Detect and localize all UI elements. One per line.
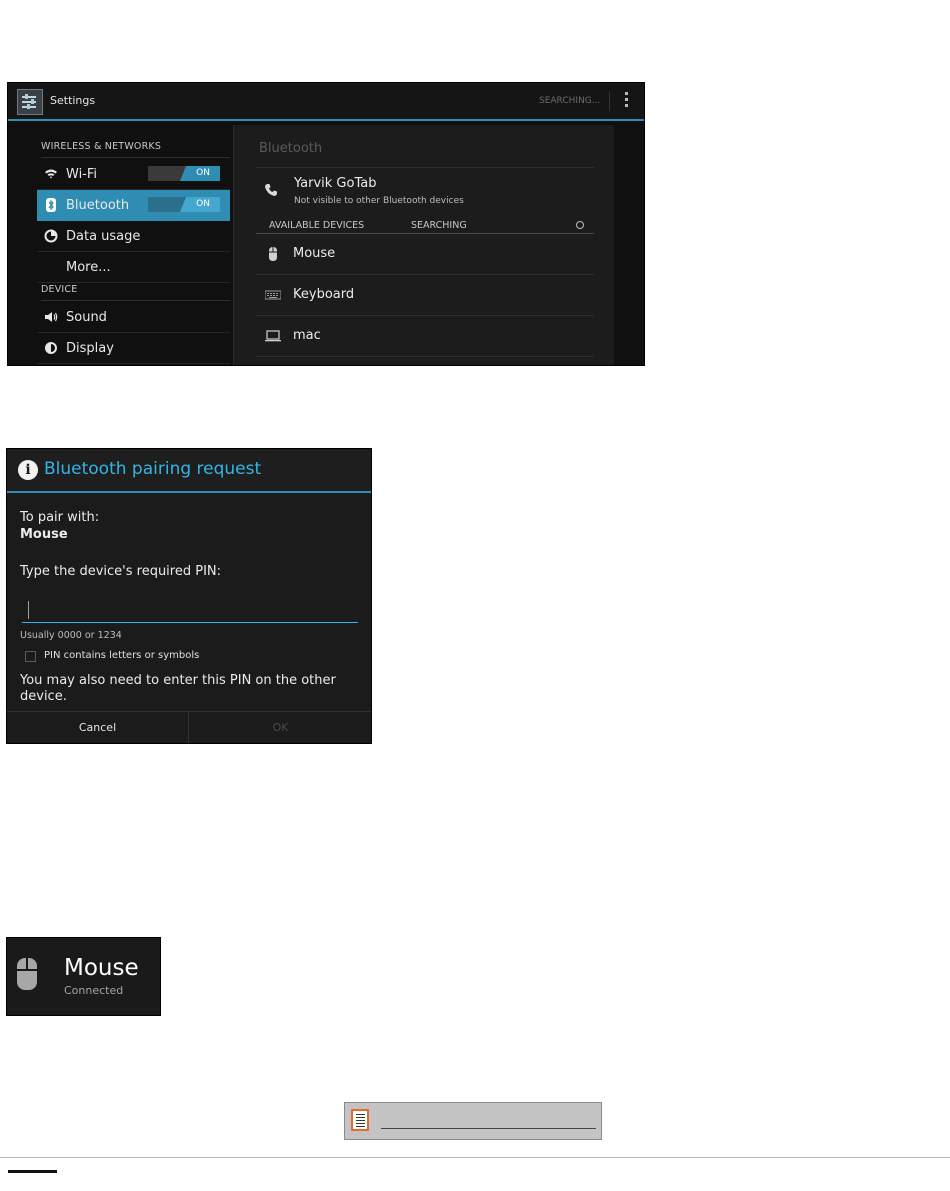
section-header-wireless: WIRELESS & NETWORKS: [41, 141, 230, 158]
nav-item-wifi[interactable]: Wi-Fi ON: [37, 159, 230, 190]
connected-device-name: Mouse: [64, 955, 139, 981]
settings-nav: WIRELESS & NETWORKS Wi-Fi ON Bluetooth O…: [8, 121, 233, 365]
pair-device-name: Mouse: [20, 527, 68, 542]
data-usage-icon: [44, 229, 58, 243]
speaker-icon: [45, 312, 58, 322]
pin-input[interactable]: [22, 595, 358, 623]
detail-title: Bluetooth: [259, 141, 323, 156]
dialog-title: Bluetooth pairing request: [44, 459, 262, 479]
action-divider: [609, 91, 610, 111]
nav-label-bluetooth: Bluetooth: [66, 198, 130, 213]
footer-toolbar: [344, 1102, 602, 1140]
nav-label-more: More...: [66, 260, 111, 275]
spinner-icon: [576, 221, 584, 229]
dialog-button-bar: Cancel OK: [7, 711, 371, 743]
dialog-header: i Bluetooth pairing request: [7, 449, 371, 493]
cancel-button[interactable]: Cancel: [7, 712, 189, 743]
bluetooth-detail-pane: Bluetooth Yarvik GoTab Not visible to ot…: [233, 125, 614, 365]
nav-label-sound: Sound: [66, 310, 107, 325]
nav-item-bluetooth[interactable]: Bluetooth ON: [37, 190, 230, 221]
text-cursor: [28, 601, 29, 619]
available-devices-header: AVAILABLE DEVICES: [269, 220, 365, 231]
pairing-dialog: i Bluetooth pairing request To pair with…: [6, 448, 372, 744]
pin-note: You may also need to enter this PIN on t…: [20, 673, 336, 704]
connected-device-card[interactable]: Mouse Connected: [6, 937, 161, 1016]
ok-button[interactable]: OK: [190, 712, 371, 743]
bluetooth-toggle-label: ON: [196, 199, 210, 209]
device-name: mac: [293, 328, 321, 343]
pin-prompt: Type the device's required PIN:: [20, 564, 222, 579]
laptop-icon: [265, 330, 281, 342]
device-name: Mouse: [293, 246, 336, 261]
device-row-keyboard[interactable]: Keyboard: [256, 275, 594, 316]
pair-with-label: To pair with:: [20, 510, 100, 525]
device-row-mac[interactable]: mac: [256, 316, 594, 357]
mouse-icon: [17, 958, 37, 990]
page-divider: [0, 1157, 950, 1158]
info-icon: i: [18, 460, 38, 480]
display-brightness-icon: [45, 342, 57, 354]
pin-letters-checkbox-label[interactable]: PIN contains letters or symbols: [44, 650, 199, 661]
list-icon[interactable]: [351, 1109, 369, 1131]
settings-screen: Settings SEARCHING... WIRELESS & NETWORK…: [7, 82, 645, 366]
nav-label-display: Display: [66, 341, 114, 356]
action-bar: Settings SEARCHING...: [8, 83, 644, 121]
this-device-name[interactable]: Yarvik GoTab: [294, 176, 376, 191]
footer-underline: [381, 1128, 596, 1129]
divider: [256, 167, 594, 168]
nav-item-more[interactable]: More...: [37, 252, 230, 283]
nav-label-data-usage: Data usage: [66, 229, 141, 244]
device-name: Keyboard: [293, 287, 355, 302]
nav-item-data-usage[interactable]: Data usage: [37, 221, 230, 252]
footer-dash: [8, 1170, 57, 1173]
phone-icon: [265, 184, 277, 196]
wifi-toggle[interactable]: ON: [148, 166, 220, 181]
app-title: Settings: [50, 94, 96, 107]
overflow-menu-icon[interactable]: [625, 92, 629, 110]
mouse-icon: [269, 247, 277, 261]
connection-status: Connected: [64, 984, 124, 997]
searching-action[interactable]: SEARCHING...: [539, 96, 600, 106]
nav-item-sound[interactable]: Sound: [37, 302, 230, 333]
keyboard-icon: [265, 290, 281, 300]
device-row-mouse[interactable]: Mouse: [256, 234, 594, 275]
wifi-toggle-label: ON: [196, 168, 210, 178]
this-device-visibility[interactable]: Not visible to other Bluetooth devices: [294, 196, 464, 206]
wifi-icon: [45, 169, 57, 179]
nav-item-display[interactable]: Display: [37, 333, 230, 364]
pin-hint: Usually 0000 or 1234: [20, 630, 122, 641]
bluetooth-icon: [46, 198, 56, 212]
nav-label-wifi: Wi-Fi: [66, 167, 98, 182]
searching-label: SEARCHING: [411, 220, 467, 231]
pin-letters-checkbox[interactable]: [25, 651, 36, 662]
bluetooth-toggle[interactable]: ON: [148, 197, 220, 212]
section-header-device: DEVICE: [41, 284, 230, 301]
settings-app-icon[interactable]: [17, 89, 43, 115]
